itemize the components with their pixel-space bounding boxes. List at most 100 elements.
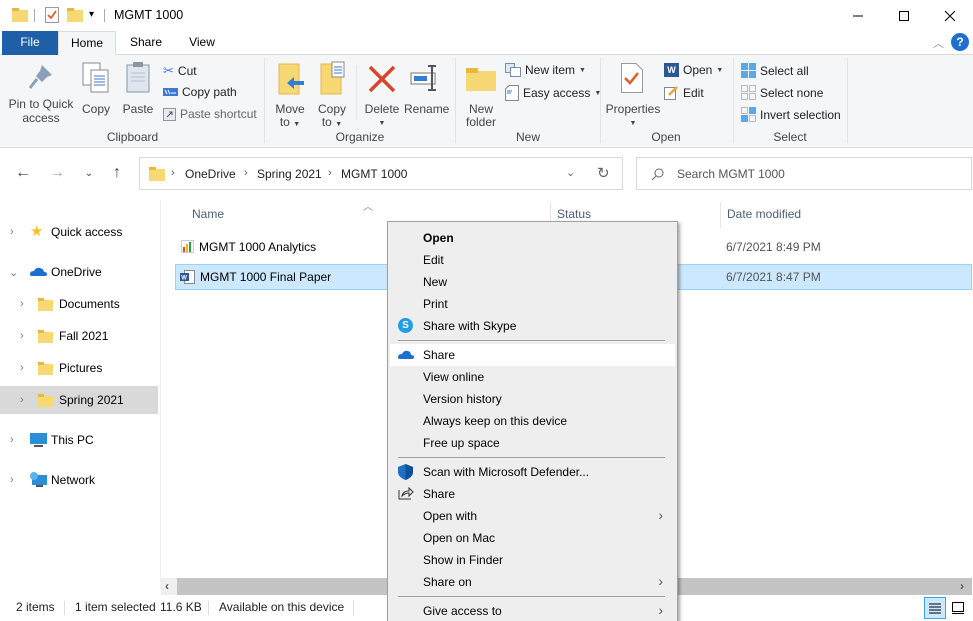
onedrive-cloud-icon [398, 350, 414, 359]
new-folder-button[interactable]: New folder [462, 59, 500, 129]
menu-item-give-access-to[interactable]: Give access to › [390, 600, 675, 621]
easy-access-button[interactable]: Easy access ▼ [505, 85, 601, 101]
chevron-right-icon[interactable]: › [20, 330, 24, 342]
breadcrumb-spring-2021[interactable]: Spring 2021 [257, 167, 322, 181]
menu-item-show-in-finder[interactable]: Show in Finder [390, 549, 675, 571]
properties-dropdown-icon[interactable]: ▼ [605, 117, 661, 131]
column-header-status[interactable]: Status [557, 207, 591, 221]
customize-qa-dropdown-icon[interactable]: ▾ [89, 9, 94, 20]
menu-item-open-on-mac[interactable]: Open on Mac [390, 527, 675, 549]
close-button[interactable] [927, 0, 973, 31]
breadcrumb-onedrive[interactable]: OneDrive [185, 167, 236, 181]
word-icon: W [664, 63, 679, 77]
share-icon [398, 486, 414, 500]
back-button[interactable]: ← [12, 162, 34, 184]
tab-view[interactable]: View [180, 31, 224, 55]
folder-icon[interactable] [12, 8, 28, 25]
menu-item-open[interactable]: Open [390, 227, 675, 249]
menu-item-onedrive-share[interactable]: Share [390, 344, 675, 366]
help-icon[interactable]: ? [951, 33, 969, 51]
chevron-right-icon[interactable]: › [10, 226, 14, 238]
search-input[interactable]: Search MGMT 1000 [677, 167, 785, 181]
menu-item-version-history[interactable]: Version history [390, 388, 675, 410]
collapse-ribbon-icon[interactable]: ︿ [933, 35, 944, 51]
delete-dropdown-icon[interactable]: ▼ [362, 117, 402, 131]
chevron-right-icon[interactable]: › [20, 394, 24, 406]
new-item-button[interactable]: New item ▼ [505, 63, 586, 77]
open-button[interactable]: W Open ▼ [664, 63, 723, 77]
paste-shortcut-button[interactable]: Paste shortcut [163, 107, 257, 121]
file-name[interactable]: MGMT 1000 Final Paper [200, 270, 331, 284]
menu-item-print[interactable]: Print [390, 293, 675, 315]
move-to-button[interactable]: Move to ▼ [272, 59, 308, 129]
menu-item-new[interactable]: New [390, 271, 675, 293]
edit-button[interactable]: Edit [664, 85, 704, 100]
scroll-right-icon[interactable]: › [960, 579, 964, 593]
nav-item-quick-access[interactable]: › ★ Quick access [0, 219, 158, 245]
group-label-new: New [515, 130, 540, 144]
nav-item-pictures[interactable]: › Pictures [0, 355, 158, 381]
chevron-down-icon[interactable]: ⌄ [9, 266, 18, 279]
copy-path-button[interactable]: Copy path [163, 85, 237, 99]
invert-selection-button[interactable]: Invert selection [741, 107, 841, 122]
tab-share[interactable]: Share [124, 31, 168, 55]
maximize-button[interactable] [881, 0, 927, 31]
menu-item-share-with-skype[interactable]: S Share with Skype [390, 315, 675, 337]
rename-button[interactable]: Rename [404, 59, 449, 127]
column-divider[interactable] [720, 202, 721, 228]
qa-divider [104, 9, 105, 22]
menu-item-edit[interactable]: Edit [390, 249, 675, 271]
details-view-button[interactable] [924, 597, 946, 619]
new-folder-icon[interactable] [67, 8, 83, 25]
paste-button[interactable]: Paste [120, 59, 156, 127]
column-header-date-modified[interactable]: Date modified [727, 207, 801, 221]
group-label-clipboard: Clipboard [106, 130, 159, 144]
column-header-name[interactable]: Name [192, 207, 224, 221]
status-selection: 1 item selected [75, 600, 156, 614]
pin-to-quick-access-button[interactable]: Pin to Quick access [8, 59, 74, 127]
forward-button[interactable]: → [46, 162, 68, 184]
pane-divider[interactable] [160, 200, 161, 590]
chevron-right-icon[interactable]: › [10, 434, 14, 446]
nav-item-label: Network [51, 473, 96, 487]
refresh-icon[interactable]: ↻ [597, 164, 610, 182]
scroll-left-icon[interactable]: ‹ [165, 579, 169, 593]
select-all-button[interactable]: Select all [741, 63, 809, 78]
chevron-right-icon[interactable]: › [20, 362, 24, 374]
breadcrumb-mgmt-1000[interactable]: MGMT 1000 [341, 167, 407, 181]
copy-button[interactable]: Copy [78, 59, 114, 127]
large-icons-view-button[interactable] [948, 597, 968, 619]
copy-to-button[interactable]: Copy to ▼ [314, 59, 350, 129]
menu-item-always-keep[interactable]: Always keep on this device [390, 410, 675, 432]
menu-item-view-online[interactable]: View online [390, 366, 675, 388]
properties-button[interactable]: Properties ▼ [605, 59, 661, 127]
minimize-button[interactable] [835, 0, 881, 31]
menu-item-scan-defender[interactable]: Scan with Microsoft Defender... [390, 461, 675, 483]
menu-item-open-with[interactable]: Open with › [390, 505, 675, 527]
up-button[interactable]: ↑ [106, 162, 128, 184]
cut-button[interactable]: ✂ Cut [163, 63, 197, 79]
nav-item-spring-2021[interactable]: › Spring 2021 [0, 386, 158, 414]
search-box[interactable]: Search MGMT 1000 [636, 157, 972, 190]
nav-item-network[interactable]: › Network [0, 467, 158, 493]
address-bar[interactable]: › OneDrive › Spring 2021 › MGMT 1000 ⌄ ↻ [139, 157, 623, 190]
file-name[interactable]: MGMT 1000 Analytics [199, 240, 316, 254]
nav-item-label: Fall 2021 [59, 329, 109, 343]
tab-home[interactable]: Home [58, 31, 116, 56]
menu-item-share-on[interactable]: Share on › [390, 571, 675, 593]
nav-item-this-pc[interactable]: › This PC [0, 427, 158, 453]
menu-item-free-up-space[interactable]: Free up space [390, 432, 675, 454]
chevron-right-icon[interactable]: › [10, 474, 14, 486]
status-availability: Available on this device [219, 600, 345, 614]
nav-item-documents[interactable]: › Documents [0, 291, 158, 317]
nav-item-fall-2021[interactable]: › Fall 2021 [0, 323, 158, 349]
menu-item-share[interactable]: Share [390, 483, 675, 505]
tab-file[interactable]: File [2, 31, 58, 55]
nav-item-onedrive[interactable]: ⌄ OneDrive [0, 259, 158, 285]
chevron-right-icon[interactable]: › [20, 298, 24, 310]
address-history-dropdown-icon[interactable]: ⌄ [566, 166, 575, 179]
properties-icon[interactable] [45, 7, 59, 26]
delete-button[interactable]: Delete ▼ [362, 59, 402, 127]
select-none-button[interactable]: Select none [741, 85, 823, 100]
recent-locations-button[interactable]: ⌄ [78, 162, 100, 184]
